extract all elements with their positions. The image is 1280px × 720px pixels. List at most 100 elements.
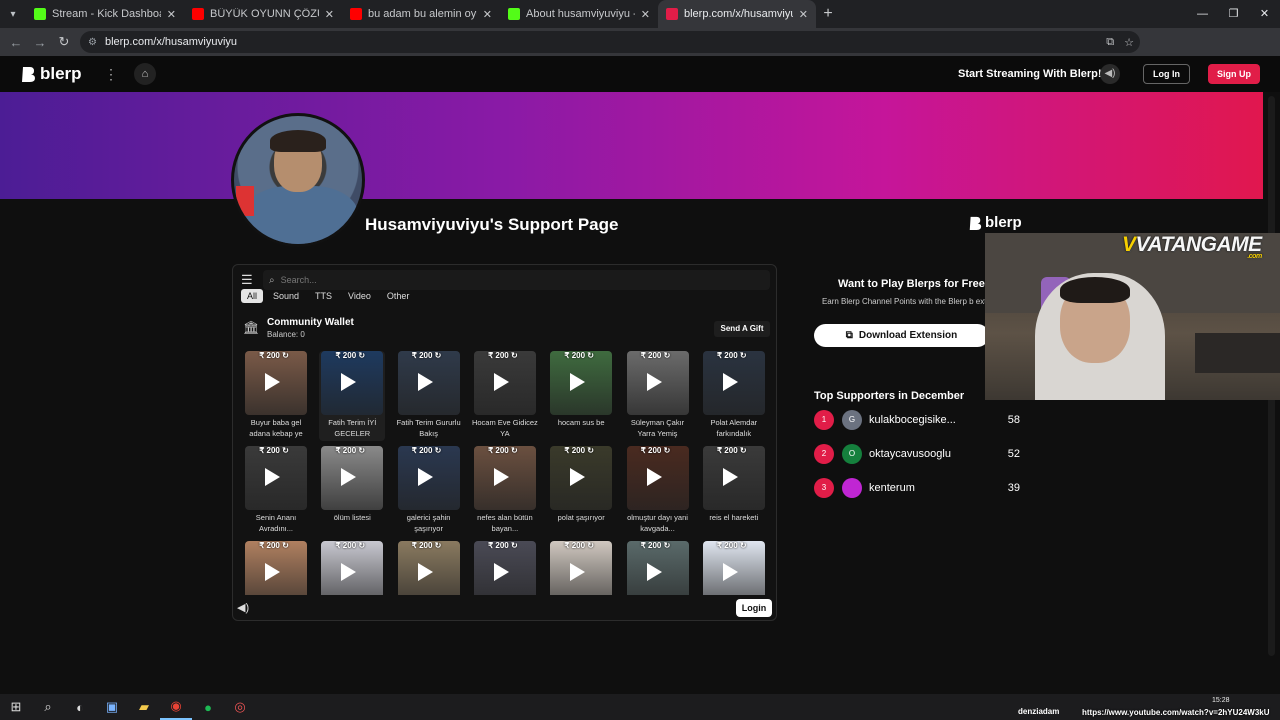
forward-icon[interactable]: →: [28, 35, 52, 50]
play-icon[interactable]: [493, 563, 509, 581]
sound-tile[interactable]: ₹ 200 ↻ Fatih Terim İYİ GECELER: [319, 351, 386, 441]
browser-tab[interactable]: About husamviyuviyu - Watch ✕: [500, 0, 658, 28]
filter-tab[interactable]: Sound: [267, 289, 305, 303]
search-input[interactable]: ⌕ Search...: [263, 270, 770, 290]
install-app-icon[interactable]: ⧉: [1106, 36, 1114, 49]
browser-tab[interactable]: BÜYÜK OYUNN ÇÖZÜLDÜ - Yo ✕: [184, 0, 342, 28]
sound-tile[interactable]: ₹ 200 ↻: [243, 541, 309, 595]
restore-icon[interactable]: ❐: [1218, 0, 1249, 28]
sound-tile[interactable]: ₹ 200 ↻ Fatih Terim Gururlu Bakış: [396, 351, 462, 441]
file-explorer-icon[interactable]: ▰: [128, 699, 160, 715]
chrome-icon[interactable]: ◉: [160, 694, 192, 720]
sound-tile[interactable]: ₹ 200 ↻: [625, 541, 691, 595]
sound-tile[interactable]: ₹ 200 ↻ nefes alan bütün bayan...: [472, 446, 538, 536]
play-icon[interactable]: [265, 373, 280, 391]
reload-icon[interactable]: ↻: [52, 34, 76, 50]
tab-close-icon[interactable]: ✕: [799, 8, 808, 21]
login-button[interactable]: Log In: [1143, 64, 1190, 84]
send-gift-button[interactable]: Send A Gift: [714, 321, 770, 337]
profile-avatar: [231, 113, 365, 247]
tab-close-icon[interactable]: ✕: [641, 8, 650, 21]
play-icon[interactable]: [722, 468, 738, 486]
filter-tab[interactable]: Video: [342, 289, 377, 303]
download-extension-button[interactable]: ⧉ Download Extension: [814, 324, 989, 347]
sound-tile[interactable]: ₹ 200 ↻ Buyur baba gel adana kebap ye: [243, 351, 309, 441]
play-icon[interactable]: [646, 468, 662, 486]
play-icon[interactable]: [570, 373, 586, 391]
filter-tab[interactable]: TTS: [309, 289, 338, 303]
signup-button[interactable]: Sign Up: [1208, 64, 1260, 84]
play-icon[interactable]: [417, 468, 433, 486]
play-icon[interactable]: [265, 563, 280, 581]
supporter-name[interactable]: kulakbocegisike...: [869, 414, 996, 426]
volume-icon[interactable]: ◀): [237, 601, 249, 614]
spotify-icon[interactable]: ●: [192, 700, 224, 715]
supporter-name[interactable]: oktaycavusooglu: [869, 448, 996, 460]
hamburger-menu-icon[interactable]: ☰: [241, 272, 257, 288]
play-icon[interactable]: [417, 563, 433, 581]
play-icon[interactable]: [265, 468, 280, 486]
sound-tile[interactable]: ₹ 200 ↻: [396, 541, 462, 595]
sound-tile[interactable]: ₹ 200 ↻: [472, 541, 538, 595]
blerp-logo[interactable]: blerp: [20, 64, 82, 84]
play-icon[interactable]: [570, 468, 586, 486]
sound-tile[interactable]: ₹ 200 ↻ ölüm listesi: [319, 446, 385, 536]
back-icon[interactable]: ←: [4, 35, 28, 50]
board-login-button[interactable]: Login: [736, 599, 772, 617]
app-icon[interactable]: ◎: [224, 699, 256, 715]
play-icon[interactable]: [417, 373, 433, 391]
new-tab-button[interactable]: +: [816, 5, 840, 23]
sound-tile[interactable]: ₹ 200 ↻ Polat Alemdar farkındalık: [701, 351, 767, 441]
play-icon[interactable]: [341, 563, 357, 581]
play-icon[interactable]: [570, 563, 586, 581]
tile-label: reis el hareketi: [709, 513, 759, 522]
sound-tile[interactable]: ₹ 200 ↻: [701, 541, 767, 595]
sound-tile[interactable]: ₹ 200 ↻ olmuştur dayı yani kavgada...: [625, 446, 691, 536]
supporter-avatar: G: [842, 410, 862, 430]
filter-tab[interactable]: All: [241, 289, 264, 303]
play-icon[interactable]: [722, 563, 738, 581]
address-bar[interactable]: ⚙ blerp.com/x/husamviyuviyu ⧉ ☆: [80, 31, 1140, 53]
play-icon[interactable]: [341, 468, 357, 486]
home-icon[interactable]: ⌂: [134, 63, 156, 85]
play-icon[interactable]: [341, 373, 357, 391]
browser-tab[interactable]: bu adam bu alemin oyuncusu ✕: [342, 0, 500, 28]
store-icon[interactable]: ▣: [96, 699, 128, 715]
sound-tile[interactable]: ₹ 200 ↻ Hocam Eve Gidicez YA: [472, 351, 538, 441]
browser-tab[interactable]: blerp.com/x/husamviyuviyu ✕: [658, 0, 816, 28]
search-icon[interactable]: ⌕: [32, 699, 64, 715]
close-window-icon[interactable]: ✕: [1249, 0, 1280, 28]
youtube-url-overlay: https://www.youtube.com/watch?v=2hYU24W3…: [1082, 708, 1270, 717]
sound-tile[interactable]: ₹ 200 ↻ polat şaşırıyor: [548, 446, 614, 536]
tab-close-icon[interactable]: ✕: [483, 8, 492, 21]
supporter-name[interactable]: kenterum: [869, 482, 996, 494]
volume-icon[interactable]: ◀): [1100, 64, 1120, 84]
play-icon[interactable]: [646, 373, 662, 391]
tile-label: Fatih Terim İYİ GECELER: [328, 418, 377, 438]
play-icon[interactable]: [493, 373, 509, 391]
page-title: Husamviyuviyu's Support Page: [365, 215, 619, 234]
steam-icon[interactable]: ◐: [64, 700, 96, 715]
sound-tile[interactable]: ₹ 200 ↻ reis el hareketi: [701, 446, 767, 536]
windows-start-icon[interactable]: ⊞: [0, 699, 32, 715]
start-streaming-link[interactable]: Start Streaming With Blerp!: [958, 68, 1102, 80]
sound-tile[interactable]: ₹ 200 ↻: [548, 541, 614, 595]
tab-close-icon[interactable]: ✕: [167, 8, 176, 21]
play-icon[interactable]: [493, 468, 509, 486]
site-info-icon[interactable]: ⚙: [88, 37, 97, 48]
more-menu-icon[interactable]: ⋮: [104, 66, 118, 83]
sound-tile[interactable]: ₹ 200 ↻: [319, 541, 385, 595]
bookmark-star-icon[interactable]: ☆: [1124, 36, 1134, 49]
supporter-row: 1 Gkulakbocegisike... 58: [814, 410, 1020, 430]
sound-tile[interactable]: ₹ 200 ↻ Süleyman Çakır Yarra Yemiş: [625, 351, 691, 441]
sound-tile[interactable]: ₹ 200 ↻ hocam sus be: [548, 351, 614, 441]
play-icon[interactable]: [722, 373, 738, 391]
play-icon[interactable]: [646, 563, 662, 581]
browser-tab[interactable]: Stream - Kick Dashboard ✕: [26, 0, 184, 28]
sound-tile[interactable]: ₹ 200 ↻ Senin Ananı Avradını...: [243, 446, 309, 536]
sound-tile[interactable]: ₹ 200 ↻ galerici şahin şaşırıyor: [396, 446, 462, 536]
tab-search-icon[interactable]: ▾: [0, 0, 26, 28]
tab-close-icon[interactable]: ✕: [325, 8, 334, 21]
minimize-icon[interactable]: —: [1187, 0, 1218, 28]
filter-tab[interactable]: Other: [381, 289, 416, 303]
